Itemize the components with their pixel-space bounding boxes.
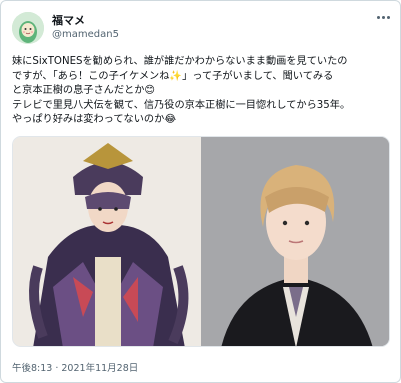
- display-name[interactable]: 福マメ: [52, 12, 85, 28]
- dot: [376, 15, 380, 19]
- tweet-line: と京本正樹の息子さんだとか😊: [12, 85, 156, 96]
- tweet-line: やっぱり好みは変わってないのか😂: [12, 114, 177, 125]
- more-options-icon[interactable]: [373, 10, 393, 24]
- media-photo-portrait[interactable]: [201, 137, 389, 346]
- user-handle[interactable]: @mamedan5: [52, 29, 119, 40]
- dot: [381, 15, 385, 19]
- samurai-costume-photo: [13, 137, 202, 346]
- tweet-text: 妹にSixTONESを勧められ、誰が誰だかわからないまま動画を見ていたの ですが…: [12, 55, 394, 128]
- tweet-media[interactable]: [12, 136, 390, 347]
- portrait-photo: [201, 137, 389, 346]
- tweet-timestamp[interactable]: 午後8:13 · 2021年11月28日: [12, 360, 138, 374]
- media-photo-samurai[interactable]: [13, 137, 202, 346]
- tweet-card: 福マメ @mamedan5 妹にSixTONESを勧められ、誰が誰だかわからない…: [0, 0, 401, 383]
- dot: [386, 15, 390, 19]
- avatar[interactable]: [12, 12, 44, 44]
- tweet-line: 妹にSixTONESを勧められ、誰が誰だかわからないまま動画を見ていたの: [12, 56, 348, 67]
- tweet-line: ですが、「あら！この子イケメンね✨」って子がいまして、聞いてみる: [12, 70, 334, 82]
- bean-character-avatar-icon: [12, 12, 44, 44]
- tweet-line: テレビで里見八犬伝を観て、信乃役の京本正樹に一目惚れしてから35年。: [12, 99, 351, 111]
